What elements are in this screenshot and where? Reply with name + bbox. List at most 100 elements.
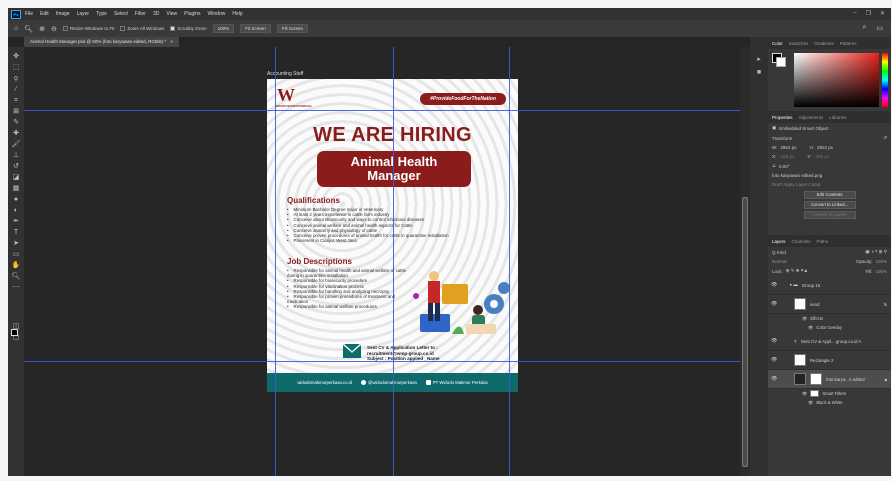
effect-row[interactable]: 👁︎ Color Overlay: [768, 323, 891, 332]
menu-layer[interactable]: Layer: [77, 11, 90, 17]
guide-line[interactable]: [275, 47, 276, 476]
lock-icons[interactable]: ⊞ ✎ ✥ ⌗ 🔒︎: [786, 268, 807, 274]
blend-mode-select[interactable]: Normal: [772, 259, 787, 264]
vertical-scrollbar[interactable]: [740, 47, 750, 476]
x-field[interactable]: -153 px: [779, 154, 794, 159]
layer-row[interactable]: 👁︎ T Sent CV & Appl... group.co.id A: [768, 332, 891, 351]
tab-color[interactable]: Color: [772, 41, 783, 46]
y-field[interactable]: -182 px: [814, 154, 829, 159]
layer-kind-filter[interactable]: Q Kind: [772, 250, 786, 255]
eraser-tool-icon[interactable]: ◪: [10, 172, 22, 183]
tab-libraries[interactable]: Libraries: [829, 115, 846, 120]
scrollbar-thumb[interactable]: [742, 197, 748, 467]
edit-contents-button[interactable]: Edit Contents: [803, 191, 856, 199]
dodge-tool-icon[interactable]: ◐: [10, 205, 22, 216]
tab-adjustments[interactable]: Adjustments: [799, 115, 824, 120]
eye-icon[interactable]: 👁︎: [802, 391, 807, 397]
tab-gradients[interactable]: Gradients: [814, 41, 834, 46]
filter-row[interactable]: 👁︎ Black & White: [768, 398, 891, 407]
marquee-tool-icon[interactable]: ⬚: [10, 62, 22, 73]
zoom-tool-icon[interactable]: 🔍︎: [24, 25, 33, 33]
convert-layers-button[interactable]: Convert to Layers: [803, 211, 856, 219]
more-tools-icon[interactable]: ⋯: [10, 282, 22, 293]
eye-icon[interactable]: 👁︎: [771, 376, 777, 382]
menu-image[interactable]: Image: [56, 11, 70, 17]
menu-3d[interactable]: 3D: [153, 11, 159, 17]
guide-line[interactable]: [509, 47, 510, 476]
eye-icon[interactable]: 👁︎: [802, 316, 807, 322]
frame-tool-icon[interactable]: ⊠: [10, 106, 22, 117]
zoom-all-checkbox[interactable]: Zoom All Windows: [120, 26, 164, 31]
layer-row-selected[interactable]: 👁︎ foto karya...n edited 🔒︎: [768, 370, 891, 389]
rectangle-tool-icon[interactable]: ▭: [10, 249, 22, 260]
filter-icons[interactable]: ▣ ◑ T ⊞ ⚲: [865, 249, 887, 255]
convert-linked-button[interactable]: Convert to Linked...: [803, 201, 856, 209]
scrubby-zoom-checkbox[interactable]: Scrubby Zoom: [170, 26, 207, 31]
menu-view[interactable]: View: [166, 11, 177, 17]
eye-icon[interactable]: 👁︎: [771, 301, 777, 307]
eye-icon[interactable]: 👁︎: [808, 400, 813, 406]
home-icon[interactable]: ⌂: [14, 25, 18, 32]
layer-row[interactable]: 👁︎ Rectangle 2: [768, 351, 891, 370]
angle-field[interactable]: 0.00°: [779, 164, 790, 169]
brush-tool-icon[interactable]: 🖌︎: [10, 139, 22, 150]
path-selection-tool-icon[interactable]: ➤: [10, 238, 22, 249]
menu-edit[interactable]: Edit: [40, 11, 49, 17]
tab-paths[interactable]: Paths: [817, 239, 829, 244]
gradient-tool-icon[interactable]: ▦: [10, 183, 22, 194]
layer-comp-select[interactable]: Don't Apply Layer Comp: [772, 182, 820, 187]
minimize-button[interactable]: –: [853, 10, 856, 17]
fill-field[interactable]: 100%: [875, 269, 887, 274]
close-tab-icon[interactable]: ×: [170, 39, 173, 44]
resize-windows-checkbox[interactable]: Resize Windows to Fit: [62, 26, 114, 31]
smart-filters-row[interactable]: 👁︎ Smart Filters: [768, 389, 891, 398]
opacity-field[interactable]: 100%: [875, 259, 887, 264]
type-tool-icon[interactable]: T: [10, 227, 22, 238]
eyedropper-tool-icon[interactable]: ✎: [10, 117, 22, 128]
tab-patterns[interactable]: Patterns: [840, 41, 857, 46]
effects-row[interactable]: 👁︎ Effects: [768, 314, 891, 323]
zoom-out-icon[interactable]: ⊖: [51, 25, 57, 33]
width-field[interactable]: 2864 px: [780, 145, 796, 150]
layer-row[interactable]: 👁︎ send fx: [768, 295, 891, 314]
menu-plugins[interactable]: Plugins: [184, 11, 200, 17]
menu-select[interactable]: Select: [114, 11, 128, 17]
tab-layers[interactable]: Layers: [772, 239, 786, 244]
eye-icon[interactable]: 👁︎: [771, 282, 777, 288]
reset-icon[interactable]: ↺: [883, 135, 887, 141]
move-tool-icon[interactable]: ✥: [10, 51, 22, 62]
height-field[interactable]: 2822 px: [817, 145, 833, 150]
eye-icon[interactable]: 👁︎: [771, 357, 777, 363]
zoom-in-icon[interactable]: ⊕: [39, 25, 45, 33]
menu-file[interactable]: File: [25, 11, 33, 17]
menu-filter[interactable]: Filter: [135, 11, 146, 17]
canvas-area[interactable]: Accounting Staff W WIDODO MAKMUR PERKASA…: [24, 47, 740, 476]
guide-line[interactable]: [24, 361, 740, 362]
tab-properties[interactable]: Properties: [772, 115, 793, 120]
maximize-button[interactable]: ❐: [866, 10, 871, 17]
fx-icon[interactable]: fx: [884, 302, 887, 307]
history-brush-tool-icon[interactable]: ↺: [10, 161, 22, 172]
workspace-icon[interactable]: ▭: [876, 24, 883, 32]
hand-tool-icon[interactable]: ✋: [10, 260, 22, 271]
fit-screen-button[interactable]: Fit Screen: [240, 24, 271, 33]
tab-swatches[interactable]: Swatches: [789, 41, 809, 46]
artboard-label[interactable]: Accounting Staff: [267, 71, 303, 77]
lasso-tool-icon[interactable]: ϙ: [10, 73, 22, 84]
hue-slider[interactable]: [882, 53, 888, 107]
fill-screen-button[interactable]: Fill Screen: [276, 24, 308, 33]
layer-row[interactable]: 👁︎ ▸ ▬ Group 16: [768, 276, 891, 295]
background-color-swatch[interactable]: [776, 57, 786, 67]
eye-icon[interactable]: 👁︎: [808, 325, 813, 331]
zoom-tool-icon[interactable]: 🔍︎: [10, 271, 22, 282]
pen-tool-icon[interactable]: ✒: [10, 216, 22, 227]
menu-window[interactable]: Window: [208, 11, 226, 17]
color-picker-field[interactable]: [794, 53, 879, 107]
history-icon[interactable]: ▸: [750, 55, 768, 63]
clone-stamp-tool-icon[interactable]: ⊥: [10, 150, 22, 161]
brush-settings-icon[interactable]: ■: [750, 69, 768, 76]
tab-channels[interactable]: Channels: [792, 239, 811, 244]
document-tab[interactable]: Animal Health Manager.psd @ 50% (foto ka…: [24, 37, 180, 47]
magic-wand-tool-icon[interactable]: ⁄: [10, 84, 22, 95]
healing-brush-tool-icon[interactable]: ✚: [10, 128, 22, 139]
